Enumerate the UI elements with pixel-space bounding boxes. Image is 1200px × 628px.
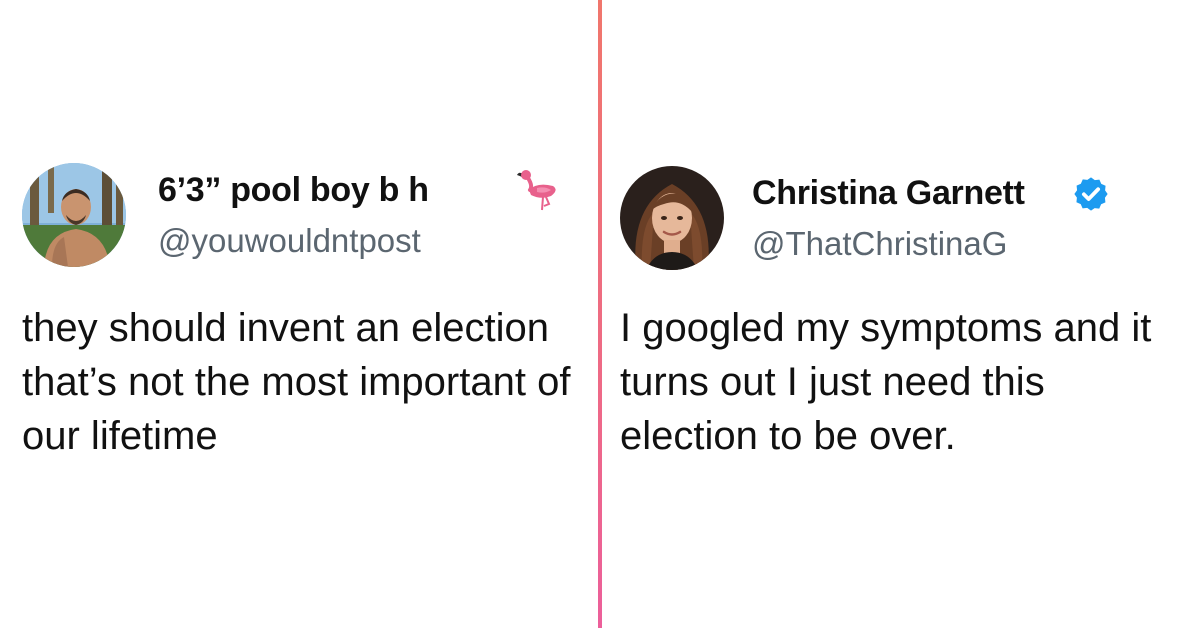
handle[interactable]: @ThatChristinaG: [752, 224, 1007, 264]
avatar-photo: [620, 166, 724, 270]
tweet-card-left: 6’3” pool boy b h @youwouldntpost they s…: [0, 0, 598, 628]
display-name[interactable]: Christina Garnett: [752, 173, 1025, 213]
handle[interactable]: @youwouldntpost: [158, 221, 421, 261]
verified-badge-icon: [1074, 177, 1108, 211]
flamingo-icon: [517, 170, 556, 211]
avatar[interactable]: [620, 166, 724, 270]
tweet-card-right: Christina Garnett @ThatChristinaG I goog…: [602, 0, 1200, 628]
tweet-text: they should invent an election that’s no…: [22, 306, 571, 458]
avatar[interactable]: [22, 163, 126, 267]
tweet-text: I googled my symptoms and it turns out I…: [620, 306, 1152, 458]
avatar-photo: [22, 163, 126, 267]
display-name[interactable]: 6’3” pool boy b h: [158, 170, 429, 210]
